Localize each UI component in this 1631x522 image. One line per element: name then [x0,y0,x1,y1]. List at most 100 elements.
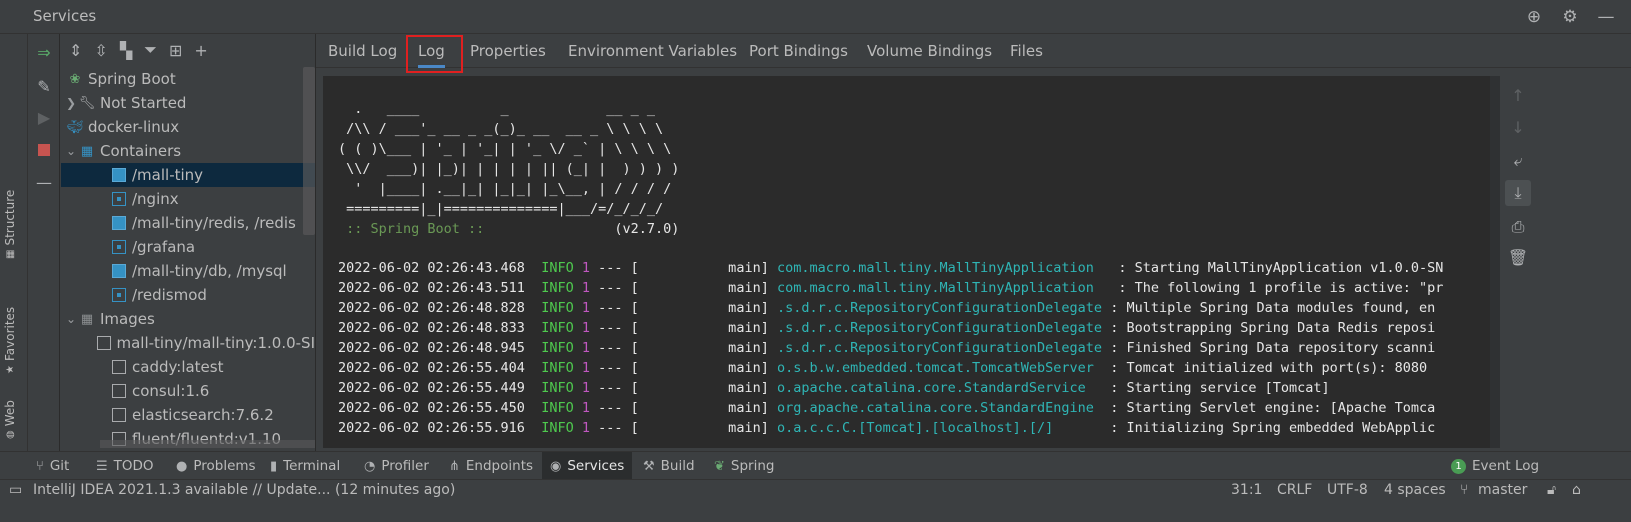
chevron-down-icon[interactable]: ⌄ [63,312,79,326]
tree-item-docker-linux[interactable]: 🐳︎ docker-linux [61,115,315,139]
file-encoding[interactable]: UTF-8 [1327,482,1368,498]
build-tab[interactable]: ⚒ Build [635,452,703,480]
tab-label: Spring [730,458,775,474]
tab-label: Build [660,458,695,474]
log-console[interactable]: . ____ _ __ _ _ /\\ / ___'_ __ _ _(_)_ _… [323,76,1499,448]
caret-position[interactable]: 31:1 [1231,482,1262,498]
tree-item-label: caddy:latest [132,358,224,376]
log-line: 2022-06-02 02:26:55.916 INFO 1 --- [ mai… [338,420,1436,436]
banner-line: =========|_|==============|___/=/_/_/_/ [338,201,664,217]
tab-label: Port Bindings [749,42,849,60]
status-bar: ▭ IntelliJ IDEA 2021.1.3 available // Up… [0,479,1631,502]
trash-icon[interactable]: 🗑︎ [1505,244,1531,270]
run-icon[interactable]: ▶ [33,106,55,128]
stop-icon[interactable] [33,139,55,161]
status-message[interactable]: IntelliJ IDEA 2021.1.3 available // Upda… [33,482,455,498]
spring-leaf-icon: ❦ [714,458,725,474]
image-icon [111,383,127,399]
console-scrollbar[interactable] [1490,76,1500,448]
tree-item-images[interactable]: ⌄ ▦ Images [61,307,315,331]
star-icon: ★ [4,365,16,374]
minimize-icon[interactable]: — [1595,6,1617,28]
banner-line: ( ( )\___ | '_ | '_| | '_ \/ _` | \ \ \ … [338,141,672,157]
tree-item-label: Not Started [100,94,187,112]
tree-item-spring-boot[interactable]: ❀ Spring Boot [61,67,315,91]
terminal-tab[interactable]: ▮ Terminal [262,452,348,480]
tab-properties[interactable]: Properties [470,34,546,68]
container-running-icon [111,167,127,183]
favorites-tab-label: Favorites [3,306,17,362]
print-icon[interactable]: ⎙ [1505,214,1531,240]
deploy-icon[interactable]: ⇒ [33,41,55,63]
line-separator[interactable]: CRLF [1277,482,1312,498]
profiler-tab[interactable]: ◔ Profiler [356,452,437,480]
structure-icon: ▦ [4,249,16,259]
problems-tab[interactable]: ● Problems [168,452,264,480]
remove-icon[interactable]: — [33,171,55,193]
git-branch[interactable]: master [1478,482,1527,498]
tab-port-bindings[interactable]: Port Bindings [749,34,848,68]
arrow-up-icon[interactable]: ↑ [1505,82,1531,108]
banner-line: . ____ _ __ _ _ [338,101,655,117]
tab-label: Services [567,458,625,474]
tree-item-image[interactable]: consul:1.6 [61,379,315,403]
tab-environment-variables[interactable]: Environment Variables [568,34,737,68]
tree-scrollbar[interactable] [303,67,315,235]
tab-volume-bindings[interactable]: Volume Bindings [867,34,992,68]
tree-item-image[interactable]: mall-tiny/mall-tiny:1.0.0-SI [61,331,315,355]
soft-wrap-icon[interactable]: ⤶ [1505,148,1531,174]
group-by-icon[interactable]: ▚ [120,41,132,60]
spring-tab[interactable]: ❦ Spring [706,452,782,480]
event-log-tab[interactable]: 1 Event Log [1443,452,1547,480]
tree-item-grafana[interactable]: /grafana [61,235,315,259]
chevron-down-icon[interactable]: ⌄ [63,144,79,158]
spring-boot-icon: ❀ [69,71,81,87]
tree-item-mall-tiny[interactable]: /mall-tiny [61,163,315,187]
title-bar: Services ⊕ ⚙ — [0,0,1631,34]
tab-build-log[interactable]: Build Log [328,34,397,68]
expand-all-icon[interactable]: ⇕ [69,41,82,60]
target-icon[interactable]: ⊕ [1523,6,1545,28]
tool-window-bar: ⑂ Git ☰ TODO ● Problems ▮ Terminal ◔ Profiler… [0,451,1631,480]
structure-tab[interactable]: ▦ Structure [3,190,17,259]
tree-item-nginx[interactable]: /nginx [61,187,315,211]
todo-tab[interactable]: ☰ TODO [88,452,162,480]
tab-log[interactable]: Log [418,34,445,68]
update-icon[interactable]: ▭ [9,482,22,498]
collapse-all-icon[interactable]: ⇳ [94,41,107,60]
tree-toolbar: ⇕ ⇳ ▚ ⏷ ⊞ + [61,34,327,66]
favorites-tab[interactable]: ★ Favorites [3,307,17,374]
notification-icon[interactable]: ⌂ [1572,482,1581,498]
tab-label: Endpoints [465,458,534,474]
services-tab[interactable]: ◉ Services [542,452,633,480]
tree-item-image[interactable]: elasticsearch:7.6.2 [61,403,315,427]
indent-setting[interactable]: 4 spaces [1384,482,1446,498]
filter-icon[interactable]: ⏷ [144,40,157,60]
gear-icon[interactable]: ⚙ [1559,6,1581,28]
arrow-down-icon[interactable]: ↓ [1505,114,1531,140]
banner-line: /\\ / ___'_ __ _ _(_)_ __ __ _ \ \ \ \ [338,121,664,137]
git-tab[interactable]: ⑂ Git [28,452,77,480]
tree-item-not-started[interactable]: ❯ 🔧︎ Not Started [61,91,315,115]
edit-icon[interactable]: ✎ [33,75,55,97]
panel-divider[interactable] [315,34,316,468]
tree-item-containers[interactable]: ⌄ ▦ Containers [61,139,315,163]
new-tab-icon[interactable]: ⊞ [169,41,182,60]
image-icon [111,359,127,375]
endpoints-tab[interactable]: ⋔ Endpoints [441,452,541,480]
log-line: 2022-06-02 02:26:55.404 INFO 1 --- [ mai… [338,360,1428,376]
add-service-icon[interactable]: + [194,41,207,60]
tree-item-mall-tiny-db[interactable]: /mall-tiny/db, /mysql [61,259,315,283]
tab-files[interactable]: Files [1010,34,1043,68]
tree-horizontal-scrollbar[interactable] [100,440,315,448]
scroll-to-end-icon[interactable]: ⤓ [1505,180,1531,206]
tab-label: Problems [193,458,256,474]
tree-item-image[interactable]: caddy:latest [61,355,315,379]
web-tab[interactable]: ◍ Web [3,400,17,439]
lock-icon[interactable]: 🔓︎ [1547,482,1556,498]
tree-item-label: Spring Boot [88,70,176,88]
tab-label: Event Log [1472,458,1540,474]
chevron-right-icon[interactable]: ❯ [63,96,79,110]
tree-item-redismod[interactable]: /redismod [61,283,315,307]
tree-item-mall-tiny-redis[interactable]: /mall-tiny/redis, /redis [61,211,315,235]
